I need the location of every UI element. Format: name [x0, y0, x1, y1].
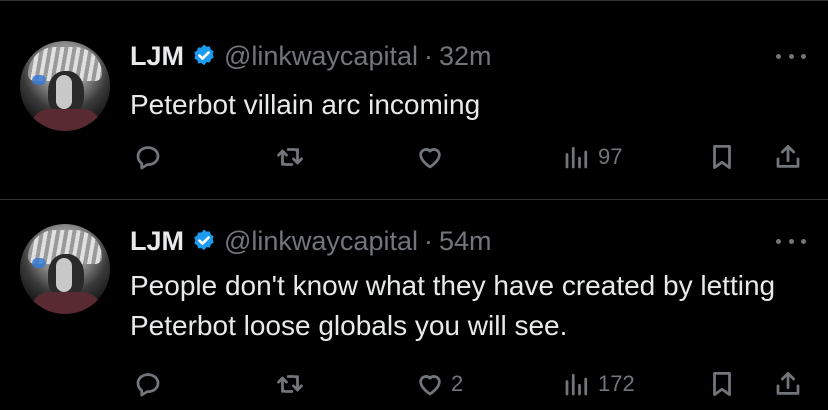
share-icon	[776, 145, 800, 168]
tweet-header: LJM @linkwaycapital · 32m	[130, 41, 492, 71]
timestamp[interactable]: 32m	[439, 41, 492, 72]
view-count: 172	[598, 371, 635, 396]
bookmark-icon	[713, 145, 731, 169]
tweet-text: People don't know what they have created…	[130, 270, 776, 341]
tweet[interactable]: LJM @linkwaycapital · 32m Peterbot villa…	[0, 0, 828, 200]
reply-button[interactable]	[133, 364, 169, 404]
bookmark-icon	[713, 372, 731, 396]
separator-dot: ·	[423, 225, 433, 256]
avatar[interactable]	[20, 224, 110, 314]
bookmark-button[interactable]	[707, 137, 737, 177]
timestamp[interactable]: 54m	[439, 226, 492, 257]
views-chart-icon	[565, 146, 588, 169]
tweet-text: Peterbot villain arc incoming	[130, 89, 481, 120]
more-options-icon[interactable]	[776, 234, 806, 248]
views-button[interactable]: 97	[562, 137, 622, 177]
tweet-actions: 2 172	[0, 364, 828, 404]
verified-badge-icon	[194, 44, 214, 66]
tweet[interactable]: LJM @linkwaycapital · 54m People don't k…	[0, 200, 828, 410]
author-name[interactable]: LJM	[130, 226, 184, 257]
retweet-button[interactable]	[275, 364, 311, 404]
tweet-header: LJM @linkwaycapital · 54m	[130, 226, 492, 256]
author-handle[interactable]: @linkwaycapital	[224, 41, 418, 72]
heart-icon	[419, 148, 441, 169]
tweet-actions: 97	[0, 137, 828, 177]
share-button[interactable]	[773, 364, 803, 404]
like-button[interactable]: 2	[415, 364, 463, 404]
view-count: 97	[598, 144, 623, 169]
share-button[interactable]	[773, 137, 803, 177]
share-icon	[776, 372, 800, 395]
views-button[interactable]: 172	[562, 364, 635, 404]
like-button[interactable]	[415, 137, 451, 177]
retweet-icon	[277, 375, 303, 393]
views-chart-icon	[565, 373, 588, 396]
author-name[interactable]: LJM	[130, 41, 184, 72]
bookmark-button[interactable]	[707, 364, 737, 404]
author-handle[interactable]: @linkwaycapital	[224, 226, 418, 257]
avatar[interactable]	[20, 41, 110, 131]
more-options-icon[interactable]	[776, 49, 806, 63]
retweet-icon	[277, 148, 303, 166]
reply-icon	[136, 373, 160, 397]
reply-button[interactable]	[133, 137, 169, 177]
heart-icon	[419, 375, 441, 396]
retweet-button[interactable]	[275, 137, 311, 177]
verified-badge-icon	[194, 229, 214, 251]
like-count: 2	[451, 371, 464, 396]
reply-icon	[136, 146, 160, 170]
separator-dot: ·	[423, 40, 433, 71]
